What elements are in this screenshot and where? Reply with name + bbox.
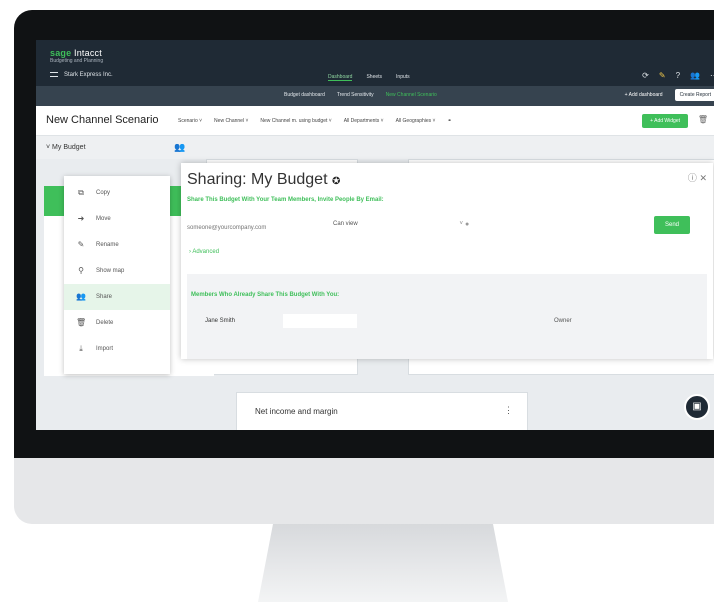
permission-select[interactable]: Can view ˅ [333,221,463,235]
monitor-stand [258,524,508,602]
delete-dashboard-icon[interactable]: 🗑 [698,115,708,124]
menu-item-share[interactable]: 👥 Share [64,284,170,310]
members-title: Members Who Already Share This Budget Wi… [191,292,340,298]
monitor-scene: sage Intacct Budgeting and Planning Star… [0,0,714,602]
monitor-chin [14,458,714,524]
menu-item-move[interactable]: ➜ Move [64,206,170,232]
tab-new-channel-scenario[interactable]: New Channel Scenario [386,92,437,98]
notes-icon[interactable]: ✎ [659,71,666,80]
budget-label: ˅ My Budget [46,144,86,151]
copy-icon: ⧉ [78,188,84,197]
menu-item-show-map[interactable]: ⚲ Show map [64,258,170,284]
permission-info-icon[interactable]: ● [465,221,469,228]
pencil-icon: ✎ [77,240,85,249]
menu-item-import[interactable]: ⤓ Import [64,336,170,362]
map-pin-icon: ⚲ [78,266,84,275]
dialog-controls: ⓘ ✕ [688,171,707,184]
brand-prefix: sage [50,48,72,58]
filter-departments[interactable]: All Departments ˅ [344,118,384,124]
dashboard-tabs: Budget dashboard Trend Sensitivity New C… [284,92,437,98]
chevron-down-icon: ˅ [459,221,463,227]
chat-icon[interactable]: ▣ [684,394,710,420]
sharing-dialog: Sharing: My Budget ✪ ⓘ ✕ Share This Budg… [181,163,713,359]
budget-context-menu: ⧉ Copy ➜ Move ✎ Rename ⚲ Show map 👥 Shar… [64,176,170,374]
dialog-title: Sharing: My Budget ✪ [187,171,341,188]
add-widget-button[interactable]: + Add Widget [642,114,688,128]
refresh-icon[interactable]: ⟳ [642,71,649,80]
header-icons: ⟳ ✎ ? 👥 ⋯ [642,71,714,80]
page-title: New Channel Scenario [46,114,159,126]
menu-item-label: Rename [96,242,119,248]
dashboard-tabs-bar: Budget dashboard Trend Sensitivity New C… [36,86,714,106]
link-icon[interactable]: ⚭ [447,118,451,124]
dashboard-actions: + Add dashboard Create Report [619,89,714,101]
tab-budget-dashboard[interactable]: Budget dashboard [284,92,325,98]
filter-budget[interactable]: New Channel m. using budget ˅ [260,118,331,124]
scenario-bar: New Channel Scenario Scenario ˅ New Chan… [36,106,714,136]
kebab-menu-icon[interactable]: ⋮ [504,405,513,416]
filter-scenario[interactable]: Scenario ˅ [178,118,202,124]
company-name: Stark Express Inc. [64,72,113,79]
send-button[interactable]: Send [654,216,690,234]
tab-trend-sensitivity[interactable]: Trend Sensitivity [337,92,374,98]
members-list: Members Who Already Share This Budget Wi… [187,274,707,359]
menu-icon[interactable] [50,72,58,77]
add-dashboard-button[interactable]: + Add dashboard [619,89,669,101]
screen: sage Intacct Budgeting and Planning Star… [36,40,714,430]
people-icon: 👥 [76,292,86,301]
permission-value: Can view [333,221,358,227]
budget-selector[interactable]: ˅ My Budget 👥 [36,137,206,159]
app-header: sage Intacct Budgeting and Planning Star… [36,40,714,86]
main-nav: Dashboard Sheets Inputs [328,74,410,81]
arrow-right-icon: ➜ [77,214,85,223]
help-icon[interactable]: ⓘ [688,173,697,183]
nav-inputs[interactable]: Inputs [396,74,410,81]
member-role[interactable]: Owner [554,318,572,324]
help-icon[interactable]: ? [676,71,680,80]
company-selector[interactable]: Stark Express Inc. [50,72,113,78]
brand-logo[interactable]: sage Intacct Budgeting and Planning [50,48,103,64]
menu-item-label: Copy [96,190,111,196]
email-field[interactable] [187,222,307,234]
create-report-button[interactable]: Create Report [674,89,714,101]
menu-item-delete[interactable]: 🗑 Delete [64,310,170,336]
more-icon[interactable]: ⋯ [710,71,714,80]
dialog-subtitle: Share This Budget With Your Team Members… [187,197,384,203]
menu-item-label: Import [96,346,114,352]
menu-item-label: Move [96,216,111,222]
close-icon[interactable]: ✕ [699,173,707,183]
info-icon[interactable]: ✪ [332,176,340,187]
menu-item-rename[interactable]: ✎ Rename [64,232,170,258]
member-field[interactable] [283,314,357,328]
menu-item-copy[interactable]: ⧉ Copy [64,180,170,206]
filter-geographies[interactable]: All Geographies ˅ [396,118,436,124]
users-icon[interactable]: 👥 [690,71,700,80]
menu-item-label: Delete [96,320,114,326]
nav-dashboard[interactable]: Dashboard [328,74,353,81]
advanced-toggle[interactable]: › Advanced [189,249,219,255]
nav-sheets[interactable]: Sheets [366,74,382,81]
import-icon: ⤓ [79,344,83,353]
chevron-right-icon: › [189,249,191,255]
people-icon[interactable]: 👥 [174,142,185,153]
member-name: Jane Smith [205,318,236,324]
widget-card-net-income: Net income and margin ⋮ [236,392,528,430]
menu-item-label: Show map [96,268,125,274]
brand-subtitle: Budgeting and Planning [50,58,104,64]
menu-item-label: Share [96,294,113,300]
filter-dropdowns: Scenario ˅ New Channel ˅ New Channel m. … [178,118,452,124]
filter-channel[interactable]: New Channel ˅ [214,118,248,124]
trash-icon: 🗑 [76,318,87,327]
widget-title: Net income and margin [255,407,338,416]
brand-suffix: Intacct [71,48,102,58]
